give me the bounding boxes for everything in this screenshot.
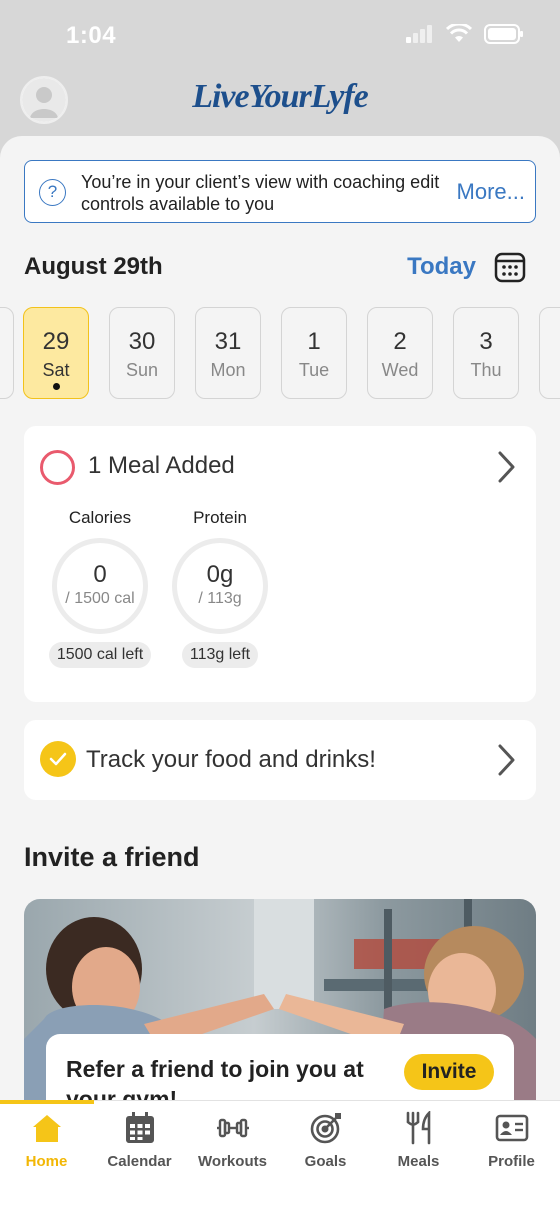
day-number: 31 xyxy=(214,328,242,355)
target-icon xyxy=(310,1113,341,1144)
calories-label: Calories xyxy=(68,508,132,527)
tab-label: Workouts xyxy=(198,1153,267,1170)
active-tab-indicator xyxy=(0,1100,94,1104)
status-bar: 1:04 xyxy=(0,0,560,70)
chevron-right-icon xyxy=(498,451,515,483)
day-weekday: Sun xyxy=(125,360,159,380)
date-row: August 29th Today xyxy=(24,251,536,285)
day-item[interactable]: 29 Sat xyxy=(23,307,89,399)
day-item[interactable]: 1 Tue xyxy=(281,307,347,399)
day-strip: 29 Sat 30 Sun 31 Mon 1 Tue 2 Wed 3 Thu xyxy=(0,307,560,401)
bottom-tab-bar: Home Calendar Workouts Goals Meals Profi… xyxy=(0,1100,560,1213)
tab-label: Home xyxy=(25,1153,68,1170)
wifi-icon xyxy=(446,24,472,42)
invite-button[interactable]: Invite xyxy=(404,1054,494,1090)
tab-profile[interactable]: Profile xyxy=(465,1111,558,1170)
day-number: 29 xyxy=(42,328,70,355)
signal-icon xyxy=(406,25,432,43)
day-number: 2 xyxy=(393,328,407,355)
protein-ring: 0g / 113g xyxy=(172,538,268,634)
logged-dot xyxy=(53,383,60,390)
date-title: August 29th xyxy=(24,253,163,280)
calories-remaining-badge: 1500 cal left xyxy=(48,642,152,668)
tab-meals[interactable]: Meals xyxy=(372,1111,465,1170)
day-number: 30 xyxy=(128,328,156,355)
fork-knife-icon xyxy=(406,1111,430,1145)
protein-macro: Protein 0g / 113g 113g left xyxy=(165,508,275,668)
tab-goals[interactable]: Goals xyxy=(279,1111,372,1170)
calendar-grid-icon xyxy=(494,252,526,283)
day-previous-partial[interactable] xyxy=(0,307,14,399)
protein-remaining-badge: 113g left xyxy=(181,642,259,668)
status-time: 1:04 xyxy=(66,22,117,49)
day-weekday: Mon xyxy=(210,360,246,380)
calories-value: 0 xyxy=(93,561,107,588)
day-item[interactable]: 2 Wed xyxy=(367,307,433,399)
calories-goal: / 1500 cal xyxy=(65,590,135,607)
profile-card-icon xyxy=(495,1114,528,1142)
invite-section-title: Invite a friend xyxy=(24,842,200,872)
dumbbell-icon xyxy=(216,1118,249,1138)
calendar-icon xyxy=(125,1112,154,1143)
calories-ring: 0 / 1500 cal xyxy=(52,538,148,634)
track-food-card[interactable]: Track your food and drinks! xyxy=(24,720,536,800)
coaching-banner: ? You’re in your client’s view with coac… xyxy=(24,160,536,223)
tab-home[interactable]: Home xyxy=(0,1111,93,1170)
tab-label: Profile xyxy=(488,1153,535,1170)
status-icons xyxy=(406,24,524,44)
more-link[interactable]: More... xyxy=(457,179,525,205)
track-food-title: Track your food and drinks! xyxy=(86,746,376,773)
tab-workouts[interactable]: Workouts xyxy=(186,1111,279,1170)
tab-label: Goals xyxy=(304,1153,347,1170)
day-weekday: Thu xyxy=(470,360,502,380)
check-circle-icon xyxy=(40,741,76,777)
chevron-right-icon xyxy=(498,744,515,776)
protein-label: Protein xyxy=(193,508,247,527)
day-number: 3 xyxy=(479,328,493,355)
battery-icon xyxy=(484,24,523,44)
day-weekday: Tue xyxy=(298,360,330,380)
question-icon: ? xyxy=(39,179,66,206)
day-weekday: Wed xyxy=(381,360,419,380)
day-item[interactable]: 31 Mon xyxy=(195,307,261,399)
day-item[interactable]: 3 Thu xyxy=(453,307,519,399)
protein-goal: / 113g xyxy=(198,590,242,607)
protein-value: 0g xyxy=(206,561,234,588)
meal-count-title: 1 Meal Added xyxy=(88,452,235,479)
day-number: 1 xyxy=(307,328,321,355)
tab-label: Calendar xyxy=(107,1153,172,1170)
app-logo: LiveYourLyfe xyxy=(192,78,369,115)
today-button[interactable]: Today xyxy=(407,253,476,281)
calendar-picker-button[interactable] xyxy=(494,251,526,283)
main-sheet: ? You’re in your client’s view with coac… xyxy=(0,136,560,1213)
meal-status-ring-icon xyxy=(40,450,75,485)
calories-macro: Calories 0 / 1500 cal 1500 cal left xyxy=(45,508,155,668)
home-icon xyxy=(32,1115,61,1142)
tab-calendar[interactable]: Calendar xyxy=(93,1111,186,1170)
day-item[interactable]: 30 Sun xyxy=(109,307,175,399)
coaching-message: You’re in your client’s view with coachi… xyxy=(81,172,440,214)
meal-summary-card[interactable]: 1 Meal Added Calories 0 / 1500 cal 1500 … xyxy=(24,426,536,702)
app-header: LiveYourLyfe xyxy=(0,70,560,140)
tab-label: Meals xyxy=(397,1153,440,1170)
day-weekday: Sat xyxy=(42,360,70,380)
day-next-partial[interactable] xyxy=(539,307,560,399)
